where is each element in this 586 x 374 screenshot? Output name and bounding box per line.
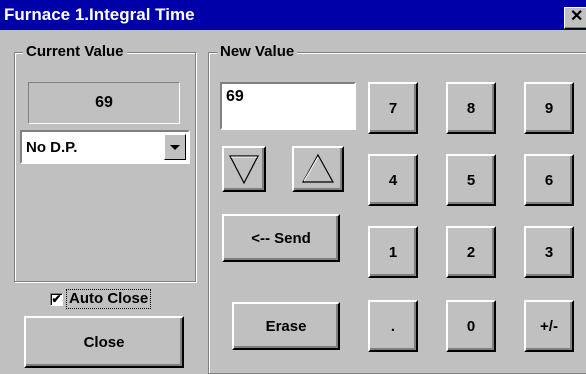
- chevron-down-icon: [170, 144, 180, 150]
- key-label: 1: [388, 243, 398, 261]
- send-button-label: <-- Send: [251, 229, 311, 247]
- key-9-button[interactable]: 9: [524, 82, 574, 134]
- key-6-button[interactable]: 6: [524, 154, 574, 206]
- key-2-button[interactable]: 2: [446, 226, 496, 278]
- key-7-button[interactable]: 7: [368, 82, 418, 134]
- key-5-button[interactable]: 5: [446, 154, 496, 206]
- key-label: .: [390, 317, 396, 335]
- close-button-label: Close: [83, 333, 125, 351]
- close-button[interactable]: Close: [24, 316, 184, 368]
- auto-close-label: Auto Close: [66, 289, 152, 309]
- title-bar: Furnace 1.Integral Time ✕: [0, 0, 586, 30]
- key-label: 5: [466, 171, 476, 189]
- erase-button-label: Erase: [265, 317, 307, 335]
- triangle-down-icon: [229, 155, 259, 185]
- increment-button[interactable]: [292, 146, 344, 192]
- window-title: Furnace 1.Integral Time: [4, 5, 195, 24]
- auto-close-option[interactable]: ✔ Auto Close: [50, 288, 152, 310]
- new-value-text: 69: [226, 88, 244, 105]
- key-8-button[interactable]: 8: [446, 82, 496, 134]
- key-label: 0: [466, 317, 476, 335]
- new-value-label: New Value: [217, 42, 298, 62]
- key-3-button[interactable]: 3: [524, 226, 574, 278]
- send-button[interactable]: <-- Send: [222, 214, 340, 262]
- key-label: 2: [466, 243, 476, 261]
- key-label: 7: [388, 99, 398, 117]
- new-value-input[interactable]: 69: [220, 82, 356, 130]
- key-label: 6: [544, 171, 554, 189]
- decimal-point-select[interactable]: No D.P.: [20, 130, 190, 164]
- key-label: 8: [466, 99, 476, 117]
- current-value-label: Current Value: [23, 42, 127, 62]
- auto-close-checkbox[interactable]: ✔: [50, 292, 63, 306]
- current-value-display: 69: [28, 82, 180, 124]
- window-close-button[interactable]: ✕: [564, 7, 586, 29]
- key-label: 4: [388, 171, 398, 189]
- close-icon: ✕: [570, 8, 584, 25]
- key-0-button[interactable]: 0: [446, 300, 496, 352]
- decimal-point-selected: No D.P.: [26, 139, 78, 156]
- decrement-button[interactable]: [222, 146, 266, 192]
- key-decimal-point-button[interactable]: .: [368, 300, 418, 352]
- dropdown-button[interactable]: [164, 134, 186, 160]
- erase-button[interactable]: Erase: [232, 302, 340, 350]
- key-label: 9: [544, 99, 554, 117]
- triangle-up-icon: [301, 153, 335, 183]
- key-plus-minus-button[interactable]: +/-: [524, 300, 574, 352]
- key-4-button[interactable]: 4: [368, 154, 418, 206]
- key-1-button[interactable]: 1: [368, 226, 418, 278]
- key-label: 3: [544, 243, 554, 261]
- key-label: +/-: [540, 317, 558, 335]
